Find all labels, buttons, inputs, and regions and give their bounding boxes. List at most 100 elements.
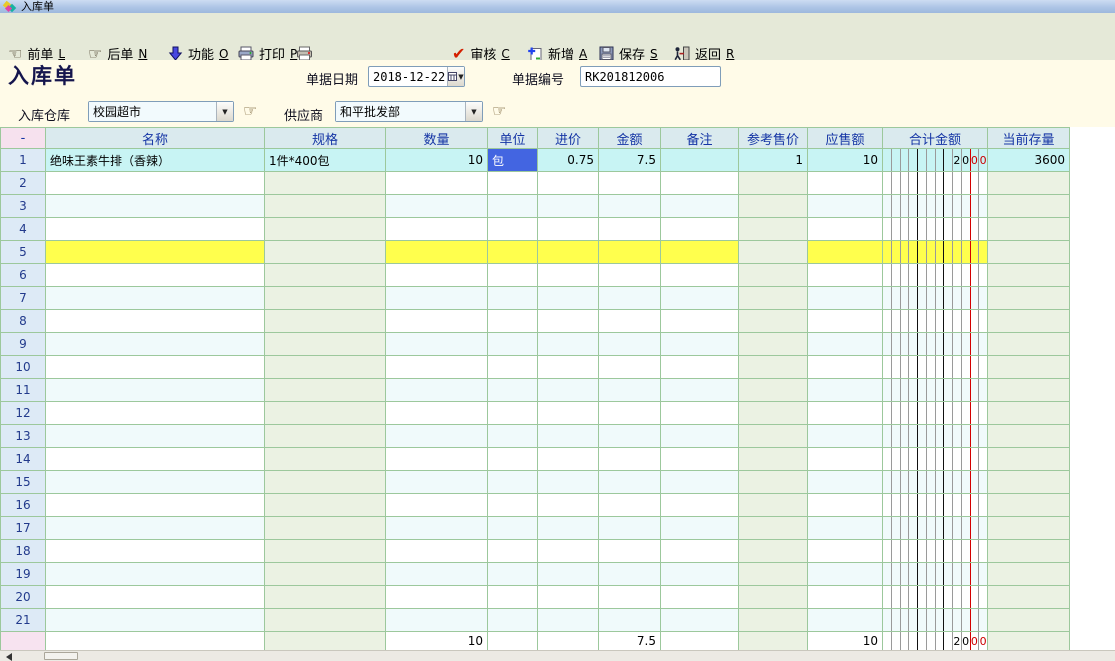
row-number[interactable]: 21 [1, 609, 46, 632]
table-cell[interactable] [599, 333, 661, 356]
row-number[interactable]: 8 [1, 310, 46, 333]
table-cell[interactable]: 0.75 [538, 149, 599, 172]
table-cell[interactable] [488, 540, 538, 563]
table-cell[interactable]: 绝味王素牛排（香辣） [46, 149, 265, 172]
table-cell[interactable] [599, 172, 661, 195]
table-cell[interactable]: 1 [739, 149, 808, 172]
table-cell[interactable] [538, 241, 599, 264]
table-cell[interactable] [739, 287, 808, 310]
table-cell[interactable] [808, 379, 883, 402]
table-cell[interactable] [883, 195, 988, 218]
table-cell[interactable] [488, 494, 538, 517]
horizontal-scrollbar[interactable] [0, 650, 1115, 661]
row-number[interactable]: 6 [1, 264, 46, 287]
table-cell[interactable] [386, 379, 488, 402]
table-cell[interactable] [739, 195, 808, 218]
table-cell[interactable] [661, 540, 739, 563]
table-cell[interactable] [488, 563, 538, 586]
table-cell[interactable] [46, 402, 265, 425]
table-cell[interactable] [386, 172, 488, 195]
table-cell[interactable] [883, 264, 988, 287]
table-cell[interactable] [883, 356, 988, 379]
table-cell[interactable] [488, 379, 538, 402]
table-cell[interactable] [265, 287, 386, 310]
table-cell[interactable] [599, 287, 661, 310]
table-cell[interactable] [488, 425, 538, 448]
table-cell[interactable] [808, 264, 883, 287]
row-number[interactable]: 1 [1, 149, 46, 172]
table-cell[interactable] [883, 402, 988, 425]
table-cell[interactable] [599, 195, 661, 218]
table-cell[interactable] [46, 241, 265, 264]
table-cell[interactable] [883, 609, 988, 632]
table-cell[interactable] [739, 494, 808, 517]
table-cell[interactable] [488, 218, 538, 241]
table-cell[interactable] [661, 356, 739, 379]
warehouse-dropdown-button[interactable]: ▼ [216, 102, 233, 121]
table-cell[interactable] [386, 287, 488, 310]
table-cell[interactable] [883, 310, 988, 333]
table-cell[interactable] [661, 149, 739, 172]
table-cell[interactable] [538, 471, 599, 494]
table-cell[interactable] [883, 287, 988, 310]
table-cell[interactable] [386, 448, 488, 471]
table-cell[interactable] [265, 241, 386, 264]
row-number[interactable]: 13 [1, 425, 46, 448]
table-cell[interactable] [988, 333, 1070, 356]
table-cell[interactable] [488, 310, 538, 333]
table-cell[interactable] [599, 379, 661, 402]
table-cell[interactable] [988, 195, 1070, 218]
table-cell[interactable] [661, 609, 739, 632]
table-cell[interactable] [538, 356, 599, 379]
table-cell[interactable]: 1件*400包 [265, 149, 386, 172]
table-cell[interactable] [661, 333, 739, 356]
table-cell[interactable] [988, 609, 1070, 632]
row-number[interactable]: 3 [1, 195, 46, 218]
table-cell[interactable] [538, 609, 599, 632]
table-cell[interactable] [883, 218, 988, 241]
table-cell[interactable] [46, 379, 265, 402]
table-cell[interactable] [46, 356, 265, 379]
warehouse-combo[interactable]: 校园超市 ▼ [88, 101, 234, 122]
row-number[interactable]: 20 [1, 586, 46, 609]
table-cell[interactable] [488, 195, 538, 218]
table-cell[interactable] [883, 494, 988, 517]
table-cell[interactable] [46, 195, 265, 218]
table-cell[interactable] [538, 264, 599, 287]
table-cell[interactable]: 3600 [988, 149, 1070, 172]
table-cell[interactable] [599, 356, 661, 379]
row-number[interactable]: 14 [1, 448, 46, 471]
table-cell[interactable] [386, 586, 488, 609]
table-cell[interactable] [808, 287, 883, 310]
table-cell[interactable] [265, 563, 386, 586]
table-cell[interactable] [265, 471, 386, 494]
column-header-名称[interactable]: 名称 [46, 128, 265, 149]
table-cell[interactable] [599, 264, 661, 287]
table-cell[interactable] [265, 448, 386, 471]
table-cell[interactable] [739, 172, 808, 195]
supplier-combo[interactable]: 和平批发部 ▼ [335, 101, 483, 122]
table-cell[interactable] [661, 195, 739, 218]
table-cell[interactable] [265, 356, 386, 379]
table-cell[interactable] [599, 517, 661, 540]
table-cell[interactable] [988, 540, 1070, 563]
table-cell[interactable] [265, 379, 386, 402]
table-cell[interactable] [386, 356, 488, 379]
table-cell[interactable] [538, 517, 599, 540]
row-number[interactable]: 16 [1, 494, 46, 517]
table-cell[interactable] [599, 241, 661, 264]
table-cell[interactable] [386, 333, 488, 356]
table-cell[interactable] [808, 471, 883, 494]
table-cell[interactable] [883, 425, 988, 448]
row-number[interactable]: 17 [1, 517, 46, 540]
column-header-当前存量[interactable]: 当前存量 [988, 128, 1070, 149]
table-cell[interactable] [265, 333, 386, 356]
table-cell[interactable] [883, 241, 988, 264]
table-cell[interactable] [988, 402, 1070, 425]
table-cell[interactable] [599, 563, 661, 586]
table-cell[interactable]: 10 [386, 149, 488, 172]
row-number[interactable]: 18 [1, 540, 46, 563]
table-cell[interactable] [883, 448, 988, 471]
table-cell[interactable] [386, 402, 488, 425]
table-cell[interactable] [538, 195, 599, 218]
